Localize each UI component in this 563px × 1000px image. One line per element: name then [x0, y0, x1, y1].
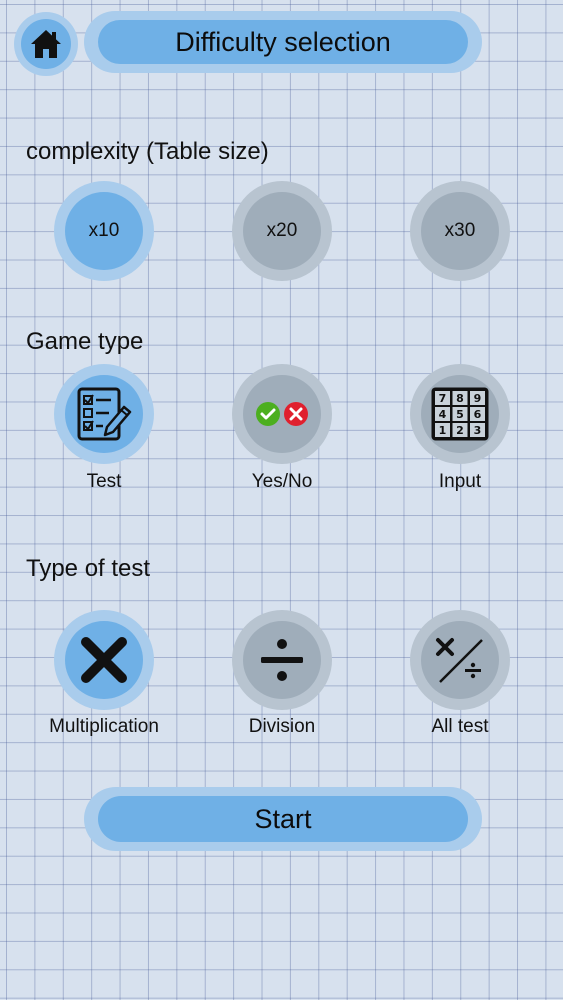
game-type-yesno-face [243, 375, 321, 453]
complexity-title: complexity (Table size) [26, 138, 269, 165]
test-type-title: Type of test [26, 555, 151, 582]
complexity-x10-label: x10 [65, 192, 143, 270]
number-keypad-icon: 7 8 9 4 5 6 1 2 3 [431, 387, 489, 441]
keypad-digit: 8 [456, 392, 464, 405]
test-type-all-face [421, 621, 499, 699]
game-type-input-face: 7 8 9 4 5 6 1 2 3 [421, 375, 499, 453]
game-type-test-button[interactable] [54, 364, 154, 464]
check-cross-icon [256, 402, 308, 426]
divide-icon [261, 639, 303, 681]
test-type-multiplication-button[interactable] [54, 610, 154, 710]
page-title: Difficulty selection [98, 20, 468, 64]
test-type-division-label: Division [248, 716, 316, 737]
keypad-digit: 9 [474, 392, 482, 405]
test-type-all-label: All test [431, 716, 489, 737]
multiply-divide-icon [436, 638, 483, 683]
game-type-input-button[interactable]: 7 8 9 4 5 6 1 2 3 [410, 364, 510, 464]
complexity-x30-button[interactable]: x30 [410, 181, 510, 281]
game-type-test-face [65, 375, 143, 453]
game-type-yesno-label: Yes/No [251, 471, 313, 492]
test-type-multiplication-face [65, 621, 143, 699]
game-type-test-label: Test [86, 471, 122, 492]
keypad-digit: 6 [474, 408, 482, 421]
test-type-division-button[interactable] [232, 610, 332, 710]
home-icon [31, 30, 61, 58]
game-type-yesno-button[interactable] [232, 364, 332, 464]
keypad-digit: 1 [439, 424, 447, 437]
complexity-x30-label: x30 [421, 192, 499, 270]
checklist-pencil-icon [77, 387, 132, 441]
test-type-all-button[interactable] [410, 610, 510, 710]
home-button-face[interactable] [21, 19, 71, 69]
keypad-digit: 5 [456, 408, 464, 421]
game-type-input-label: Input [438, 471, 482, 492]
start-button-label: Start [98, 796, 468, 842]
test-type-division-face [243, 621, 321, 699]
complexity-x10-button[interactable]: x10 [54, 181, 154, 281]
keypad-digit: 7 [439, 392, 447, 405]
complexity-x20-button[interactable]: x20 [232, 181, 332, 281]
multiply-icon [81, 637, 127, 683]
keypad-digit: 4 [439, 408, 447, 421]
complexity-x20-label: x20 [243, 192, 321, 270]
game-type-title: Game type [26, 328, 144, 355]
keypad-digit: 2 [456, 424, 464, 437]
home-button[interactable] [14, 12, 78, 76]
title-banner: Difficulty selection [84, 11, 482, 73]
start-button[interactable]: Start [84, 787, 482, 851]
test-type-multiplication-label: Multiplication [49, 716, 159, 737]
keypad-digit: 3 [474, 424, 482, 437]
